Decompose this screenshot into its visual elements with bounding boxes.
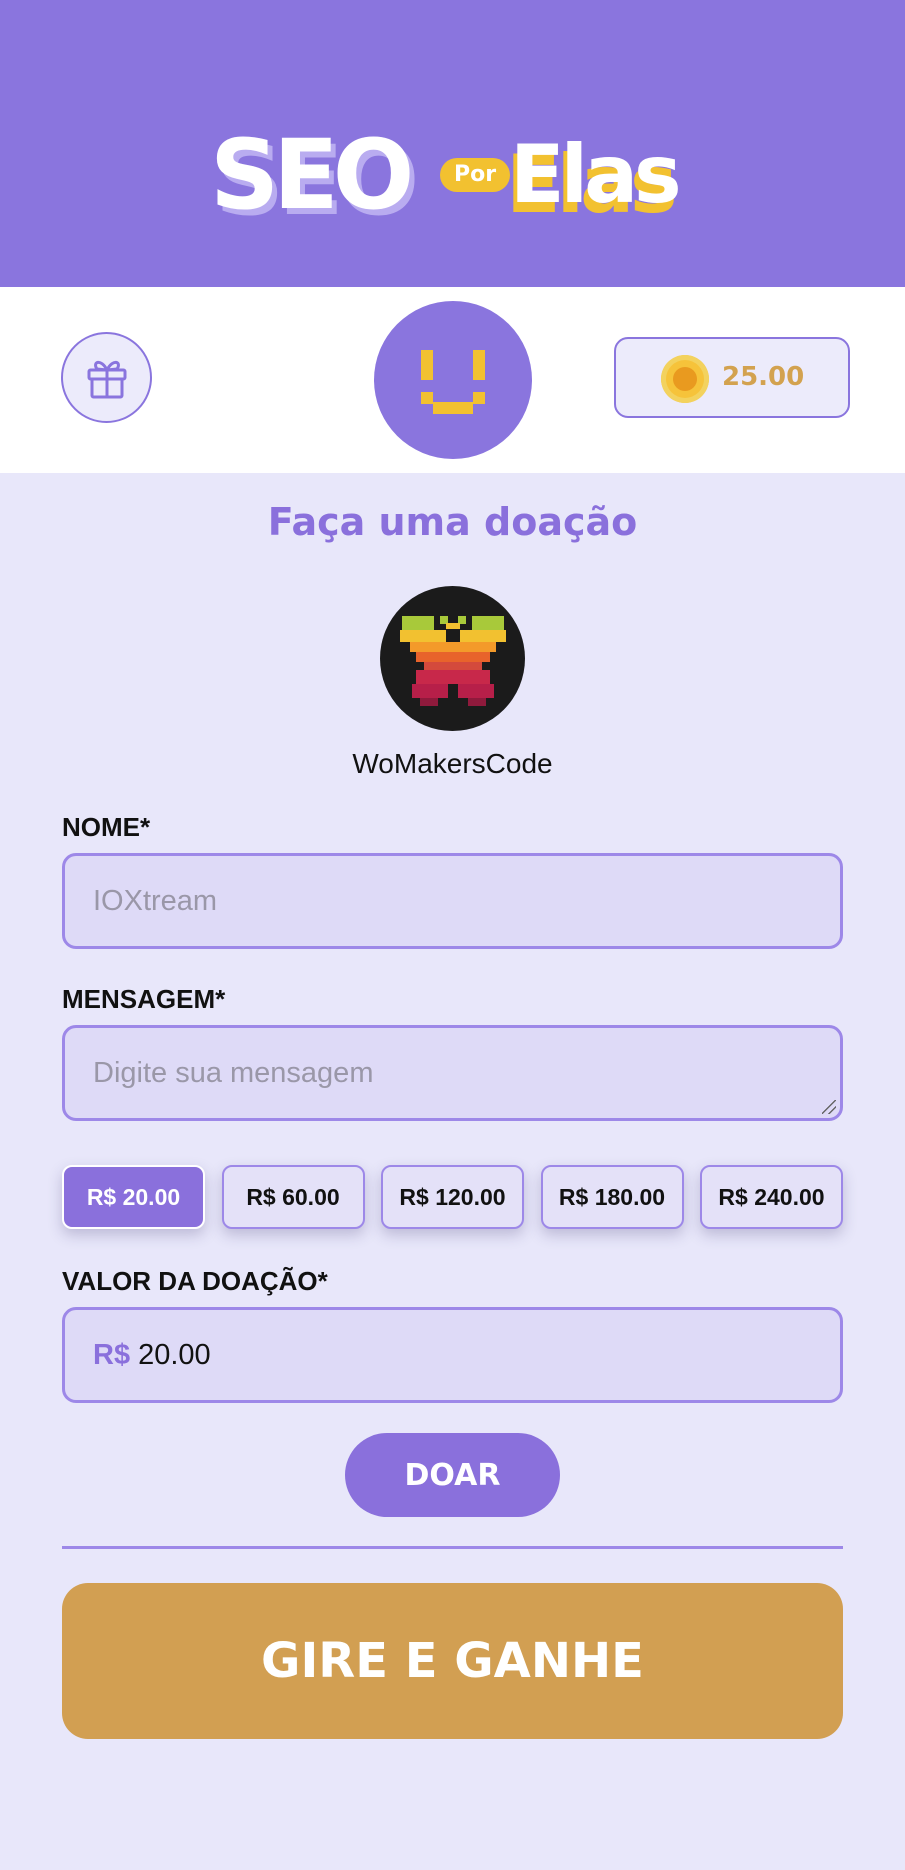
logo-seo-text: SEO <box>210 119 414 231</box>
top-bar: 25.00 <box>0 287 905 473</box>
donation-value-label: VALOR DA DOAÇÃO* <box>62 1266 328 1296</box>
amount-option-20[interactable]: R$ 20.00 <box>62 1165 205 1229</box>
logo-elas-text: Elas <box>510 128 682 221</box>
amount-option-180[interactable]: R$ 180.00 <box>540 1165 684 1229</box>
gift-icon <box>87 360 126 398</box>
divider <box>62 1546 843 1549</box>
coin-icon <box>661 355 709 403</box>
seo-por-elas-logo: SEO Elas Por <box>210 120 700 230</box>
profile-avatar-button[interactable] <box>374 301 532 459</box>
pixel-smiley-icon <box>421 350 485 414</box>
amount-option-240[interactable]: R$ 240.00 <box>700 1165 843 1229</box>
coin-balance[interactable]: 25.00 <box>614 337 850 418</box>
name-label: NOME* <box>62 812 151 842</box>
message-placeholder: Digite sua mensagem <box>93 1056 374 1089</box>
creator-avatar <box>380 586 525 731</box>
gift-button[interactable] <box>61 332 152 423</box>
donation-value-input[interactable]: R$ 20.00 <box>62 1307 843 1403</box>
currency-symbol: R$ <box>93 1338 131 1371</box>
message-label: MENSAGEM* <box>62 984 226 1014</box>
donate-button[interactable]: DOAR <box>345 1433 560 1517</box>
spin-and-win-button[interactable]: GIRE E GANHE <box>62 1583 843 1739</box>
creator-name: WoMakersCode <box>352 748 553 779</box>
logo-por-badge: Por <box>440 158 510 192</box>
page-title: Faça uma doação <box>267 500 638 544</box>
donation-value: 20.00 <box>138 1338 211 1371</box>
pixel-butterfly-icon <box>400 616 506 706</box>
message-textarea[interactable]: Digite sua mensagem <box>62 1025 843 1121</box>
amount-option-120[interactable]: R$ 120.00 <box>381 1165 524 1229</box>
coin-balance-value: 25.00 <box>722 362 805 392</box>
header-banner: SEO Elas Por <box>0 0 905 287</box>
amount-option-60[interactable]: R$ 60.00 <box>221 1165 365 1229</box>
amount-options: R$ 20.00 R$ 60.00 R$ 120.00 R$ 180.00 R$… <box>62 1165 843 1229</box>
name-placeholder: IOXtream <box>93 884 218 917</box>
resize-handle-icon[interactable] <box>822 1100 836 1114</box>
name-input[interactable]: IOXtream <box>62 853 843 949</box>
